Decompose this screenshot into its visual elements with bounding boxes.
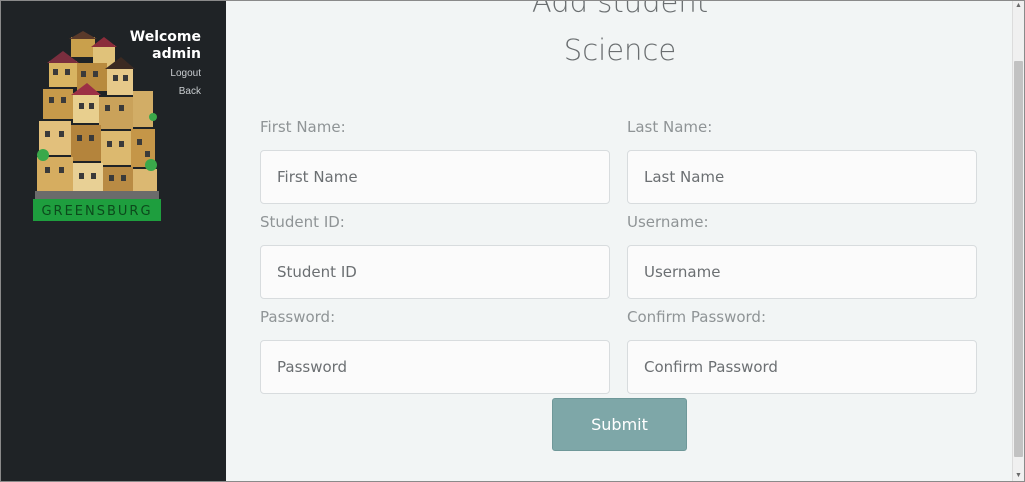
scroll-up-icon[interactable]: ▲ xyxy=(1013,1,1024,11)
vertical-scrollbar[interactable]: ▲ ▼ xyxy=(1012,1,1024,481)
scrollbar-thumb[interactable] xyxy=(1014,61,1023,457)
app-window: Welcome admin Logout Back GREENSBURG Add… xyxy=(0,0,1025,482)
last-name-label: Last Name: xyxy=(627,118,713,136)
main-content: Add student Science First Name: Last Nam… xyxy=(227,1,1013,481)
logo-text: GREENSBURG xyxy=(41,204,152,219)
password-label: Password: xyxy=(260,308,336,326)
greensburg-logo: GREENSBURG xyxy=(33,31,161,221)
username-input[interactable] xyxy=(627,245,977,299)
sidebar: Welcome admin Logout Back GREENSBURG xyxy=(1,1,226,481)
scroll-down-icon[interactable]: ▼ xyxy=(1013,471,1024,481)
subject-title: Science xyxy=(563,33,677,67)
password-input[interactable] xyxy=(260,340,610,394)
first-name-input[interactable] xyxy=(260,150,610,204)
page-title: Add student xyxy=(531,0,709,19)
student-id-input[interactable] xyxy=(260,245,610,299)
first-name-label: First Name: xyxy=(260,118,346,136)
username-label: Username: xyxy=(627,213,709,231)
submit-button[interactable]: Submit xyxy=(552,398,687,451)
confirm-password-label: Confirm Password: xyxy=(627,308,767,326)
last-name-input[interactable] xyxy=(627,150,977,204)
confirm-password-input[interactable] xyxy=(627,340,977,394)
logout-link[interactable]: Logout xyxy=(170,68,201,79)
back-link[interactable]: Back xyxy=(179,86,201,97)
student-id-label: Student ID: xyxy=(260,213,345,231)
